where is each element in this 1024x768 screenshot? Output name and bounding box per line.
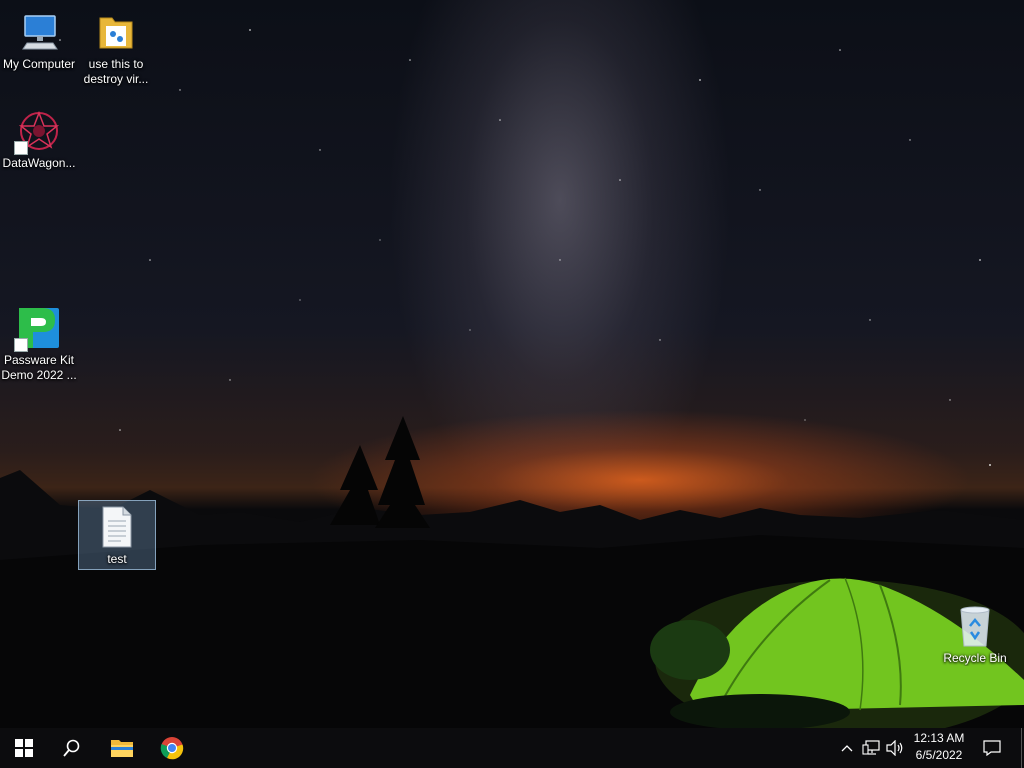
network-button[interactable] [860,728,882,768]
clock-date: 6/5/2022 [915,748,963,762]
volume-icon [886,740,903,756]
computer-icon [17,10,61,54]
desktop-icon-label: My Computer [2,57,76,71]
desktop-icon-label: DataWagon... [2,156,76,170]
desktop-icon-label: test [107,552,127,566]
volume-button[interactable] [884,728,906,768]
recycle-bin-icon [953,604,997,648]
folder-icon [111,740,133,757]
search-button[interactable] [48,728,96,768]
desktop-icon-passware[interactable]: Passware Kit Demo 2022 ... [0,302,78,383]
shortcut-arrow-icon [14,141,28,155]
start-button[interactable] [0,728,48,768]
shortcut-arrow-icon [14,338,28,352]
wallpaper-scene [0,29,1024,728]
notification-icon [983,740,1001,756]
desktop-icon-datawagon[interactable]: DataWagon... [0,105,78,171]
folder-icon [94,10,138,54]
passware-app-icon [14,306,61,352]
chrome-button[interactable] [148,728,196,768]
show-desktop-button[interactable] [1018,728,1024,768]
text-file-icon [95,505,139,549]
file-explorer-button[interactable] [98,728,146,768]
desktop-icon-my-computer[interactable]: My Computer [0,6,78,72]
desktop-icon-label: use this to destroy vir... [83,57,149,86]
show-hidden-icons-button[interactable] [838,728,856,768]
bush [650,620,730,680]
show-desktop-divider [1020,728,1022,768]
stars [59,29,991,466]
desktop-wallpaper [0,0,1024,728]
clock-time: 12:13 AM [913,731,965,745]
desktop-icon-label: Recycle Bin [943,651,1007,665]
chrome-icon [160,737,184,760]
taskbar: 12:13 AM 6/5/2022 [0,728,1024,768]
desktop-icon-recycle-bin[interactable]: Recycle Bin [936,600,1014,666]
desktop-icon-test-file[interactable]: test [78,500,156,570]
datawagon-app-icon [14,109,61,155]
windows-logo-icon [15,739,33,757]
network-icon [862,740,880,755]
chevron-up-icon [841,745,853,752]
desktop-icon-folder[interactable]: use this to destroy vir... [77,6,155,87]
clock[interactable]: 12:13 AM 6/5/2022 [906,730,972,764]
desktop-icon-label: Passware Kit Demo 2022 ... [1,353,77,382]
search-icon [63,739,80,757]
action-center-button[interactable] [978,728,1006,768]
